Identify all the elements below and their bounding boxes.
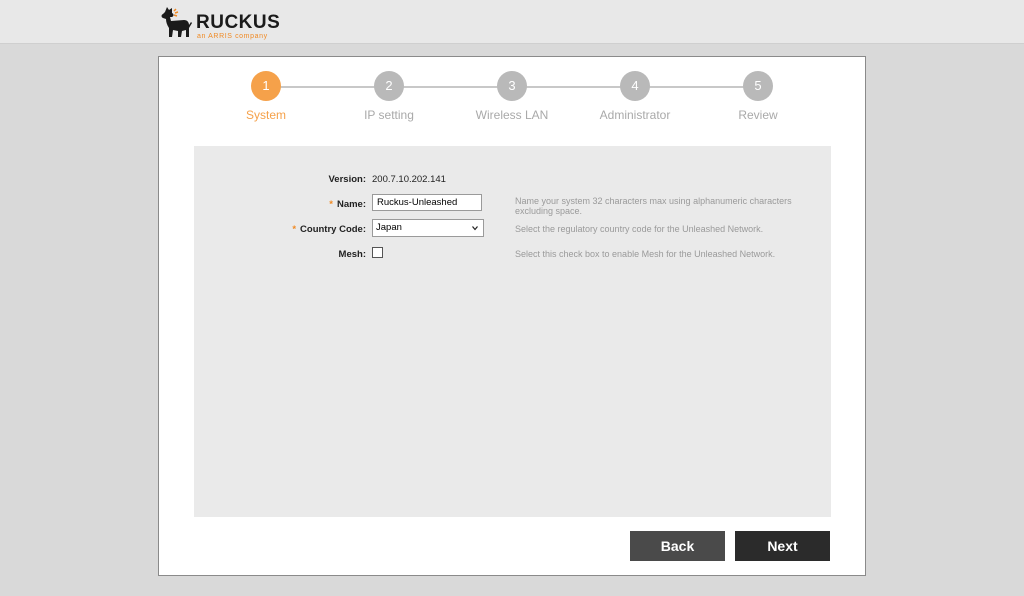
required-mark: * — [329, 199, 333, 210]
step-label: Administrator — [599, 108, 671, 122]
next-button[interactable]: Next — [735, 531, 830, 561]
step-review: 5 Review — [698, 71, 818, 122]
wizard-steps: 1 System 2 IP setting 3 Wireless LAN 4 A… — [159, 57, 865, 137]
country-code-label-text: Country Code: — [300, 224, 366, 235]
top-bar: RUCKUS an ARRIS company — [0, 0, 1024, 44]
country-code-value: Japan — [376, 222, 402, 233]
step-label: Review — [738, 108, 778, 122]
name-input[interactable] — [372, 194, 482, 211]
step-administrator: 4 Administrator — [575, 71, 695, 122]
brand-name: RUCKUS — [196, 12, 281, 33]
step-system: 1 System — [206, 71, 326, 122]
system-form: Version: 200.7.10.202.141 *Name: Name yo… — [194, 146, 831, 517]
step-number: 3 — [497, 71, 527, 101]
country-code-label: * Country Code: — [292, 224, 366, 235]
step-number: 2 — [374, 71, 404, 101]
name-label: * Name: — [329, 199, 366, 210]
step-number: 4 — [620, 71, 650, 101]
mesh-row: Mesh: Select this check box to enable Me… — [194, 246, 831, 266]
ruckus-logo: RUCKUS an ARRIS company — [158, 4, 288, 42]
country-code-row: * Country Code: Japan Select the regulato… — [194, 219, 831, 241]
name-hint: Name your system 32 characters max using… — [515, 196, 792, 216]
version-value: 200.7.10.202.141 — [372, 174, 446, 185]
chevron-down-icon — [472, 226, 478, 231]
step-ip-setting: 2 IP setting — [329, 71, 449, 122]
mesh-hint: Select this check box to enable Mesh for… — [515, 249, 776, 259]
name-label-text: Name: — [336, 199, 366, 210]
step-number: 1 — [251, 71, 281, 101]
setup-wizard-panel: 1 System 2 IP setting 3 Wireless LAN 4 A… — [158, 56, 866, 576]
back-button[interactable]: Back — [630, 531, 725, 561]
version-label: Version: — [328, 174, 367, 185]
version-row: Version: 200.7.10.202.141 — [194, 171, 831, 191]
step-label: Wireless LAN — [475, 108, 549, 122]
dog-logo-icon — [161, 7, 192, 37]
brand-tagline: an ARRIS company — [197, 33, 268, 40]
step-label: IP setting — [364, 108, 414, 122]
mesh-checkbox[interactable] — [372, 247, 383, 258]
required-mark: * — [292, 224, 297, 235]
country-code-hint: Select the regulatory country code for t… — [515, 224, 764, 234]
step-wireless-lan: 3 Wireless LAN — [452, 71, 572, 122]
step-number: 5 — [743, 71, 773, 101]
mesh-label: Mesh: — [338, 249, 366, 260]
step-label: System — [245, 108, 286, 122]
name-row: *Name: Name your system 32 characters ma… — [194, 194, 831, 216]
country-code-select[interactable]: Japan — [372, 219, 484, 237]
